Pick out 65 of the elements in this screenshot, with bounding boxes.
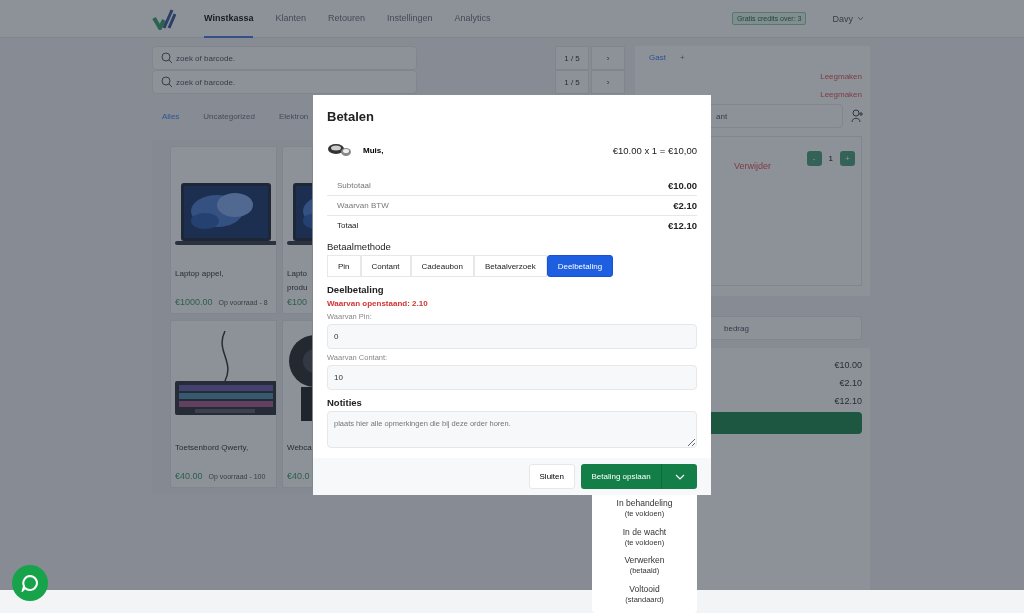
amount-input[interactable]: 10 [327,365,697,390]
total-value: €10.00 [834,360,862,370]
item-name: Muis, [363,145,384,155]
item-price: €10.00 x 1 = €10,00 [612,144,697,156]
search-field[interactable]: zoek of barcode. [152,46,417,70]
category-tab[interactable]: Alles [162,112,180,140]
category-tab[interactable]: Elektron [278,112,309,140]
page-indicator: 1 / 5 [555,46,589,70]
next-page-button[interactable]: › [591,70,625,94]
total-value: €2.10 [839,378,862,388]
nav-tab[interactable]: Analytics [454,0,491,38]
dialog-title: Betalen [327,109,375,126]
summary-label: Subtotaal [337,180,371,190]
page-indicator: 1 / 5 [555,70,589,94]
next-page-button[interactable]: › [591,46,625,70]
summary-label: Waarvan BTW [337,201,389,210]
product-name: Toetsenbord Qwerty, [175,441,250,454]
summary-label: Totaal [337,221,359,230]
search-icon [161,52,173,64]
summary-value: €10.00 [667,179,697,191]
clear-link[interactable]: Leegmaken [820,72,862,81]
search-icon [161,76,173,88]
customer-tab[interactable]: Gast [649,52,666,62]
payment-method-tab[interactable]: Deelbetaling [546,255,614,277]
add-user-icon[interactable] [851,109,864,123]
add-tab[interactable]: + [679,52,685,62]
product-price: €1000.00 [175,297,213,307]
clear-link[interactable]: Leegmaken [820,90,862,99]
product-price: €40.00 [175,470,203,481]
user-menu[interactable]: Davy [832,13,864,24]
product-name: Laptop appel, [175,268,225,281]
chevron-down-icon [674,473,685,480]
payment-method-tab[interactable]: Cadeaubon [410,255,474,277]
payment-method-tab[interactable]: Contant [360,255,411,277]
logo-icon [152,7,176,30]
product-name: Lapto produ [287,268,309,295]
summary-value: €12.10 [667,220,697,231]
remove-link[interactable]: Verwijder [734,161,771,285]
product-card[interactable]: Lapto produ €100 [282,146,313,314]
search-field[interactable]: zoek of barcode. [152,70,417,94]
quantity: 1 [828,154,833,163]
chevron-down-icon [857,16,864,21]
product-price: €40.0 [287,470,310,481]
notes-label: Notities [327,397,363,408]
total-value: €12.10 [834,396,862,406]
save-payment-button[interactable]: Betaling opslaan [581,464,662,489]
nav-tab[interactable]: Klanten [275,0,306,38]
chat-icon [21,574,39,592]
method-label: Betaalmethode [327,241,392,252]
decrease-button[interactable]: - [806,151,822,166]
product-price: €100 [287,297,308,307]
payment-method-tab[interactable]: Betaalverzoek [473,255,547,277]
nav-tab[interactable]: Instellingen [387,0,433,38]
dropdown-toggle-button[interactable] [662,464,697,489]
product-card[interactable]: Webca €40.0 [282,319,313,488]
amount-input[interactable]: 0 [327,324,697,349]
section-title: Deelbetaling [327,284,385,295]
product-name: Webca [287,441,312,454]
payment-method-tab[interactable]: Pin [327,255,361,277]
close-button[interactable]: Sluiten [528,464,575,489]
summary-value: €2.10 [673,200,697,211]
nav-tab[interactable]: Winstkassa [204,0,254,38]
chat-button[interactable] [12,565,48,601]
outstanding-text: Waarvan openstaand: 2.10 [327,299,429,308]
nav-tab[interactable]: Retouren [328,0,365,38]
